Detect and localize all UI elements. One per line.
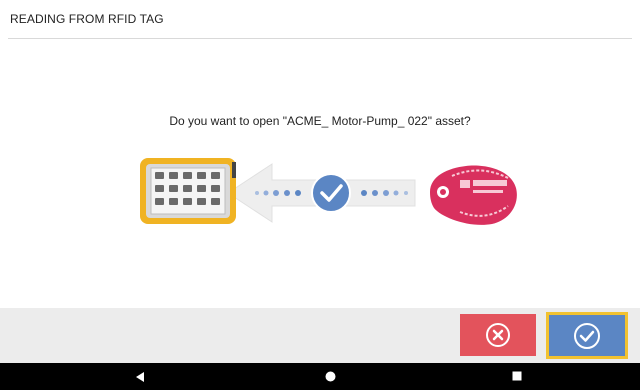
rfid-tag-icon xyxy=(430,165,517,225)
header-divider xyxy=(8,38,632,39)
system-nav-bar xyxy=(0,363,640,390)
confirm-button[interactable] xyxy=(546,312,628,359)
close-circle-icon xyxy=(486,323,510,347)
recents-square-icon[interactable] xyxy=(512,371,522,381)
action-bar xyxy=(0,308,640,363)
rfid-illustration xyxy=(130,140,520,240)
back-triangle-icon[interactable] xyxy=(135,371,145,383)
check-circle-icon xyxy=(311,173,351,213)
header-bar: READING FROM RFID TAG xyxy=(0,0,640,38)
page-title: READING FROM RFID TAG xyxy=(10,12,164,26)
home-circle-icon[interactable] xyxy=(325,371,336,382)
check-circle-icon xyxy=(574,322,600,349)
cancel-button[interactable] xyxy=(460,314,536,356)
dialog-prompt: Do you want to open "ACME_ Motor-Pump_ 0… xyxy=(169,114,471,128)
handheld-device-icon xyxy=(140,158,236,224)
